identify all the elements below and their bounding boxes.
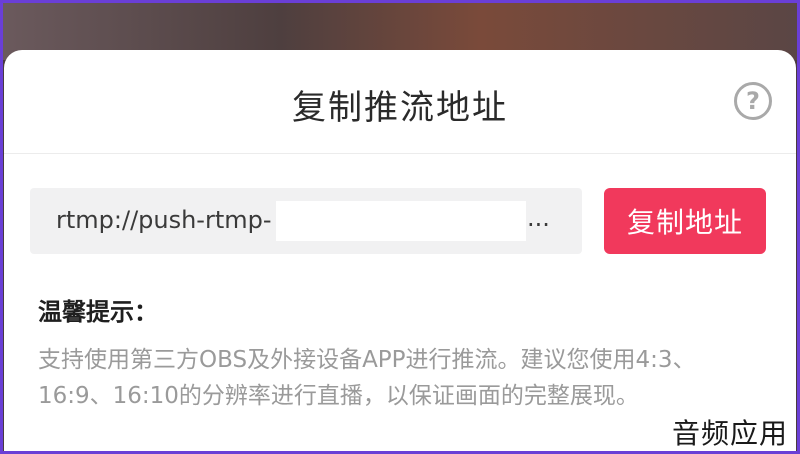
- dialog-header: 复制推流地址 ?: [4, 50, 796, 154]
- redacted-url-block: [276, 201, 526, 241]
- copy-stream-url-dialog: 复制推流地址 ? rtmp://push-rtmp- ... 复制地址 温馨提示…: [4, 50, 796, 454]
- tips-title: 温馨提示：: [38, 298, 158, 326]
- question-circle-icon[interactable]: ?: [734, 82, 772, 120]
- dialog-title: 复制推流地址: [292, 88, 508, 128]
- tips-body: 支持使用第三方OBS及外接设备APP进行推流。建议您使用4:3、16:9、16:…: [38, 347, 696, 409]
- help-glyph: ?: [746, 87, 760, 115]
- stream-url-field[interactable]: rtmp://push-rtmp- ...: [30, 188, 582, 254]
- stream-url-prefix: rtmp://push-rtmp-: [56, 206, 272, 234]
- copy-address-button[interactable]: 复制地址: [604, 188, 766, 254]
- watermark-text: 音频应用: [671, 417, 788, 450]
- stream-url-ellipsis: ...: [527, 204, 550, 232]
